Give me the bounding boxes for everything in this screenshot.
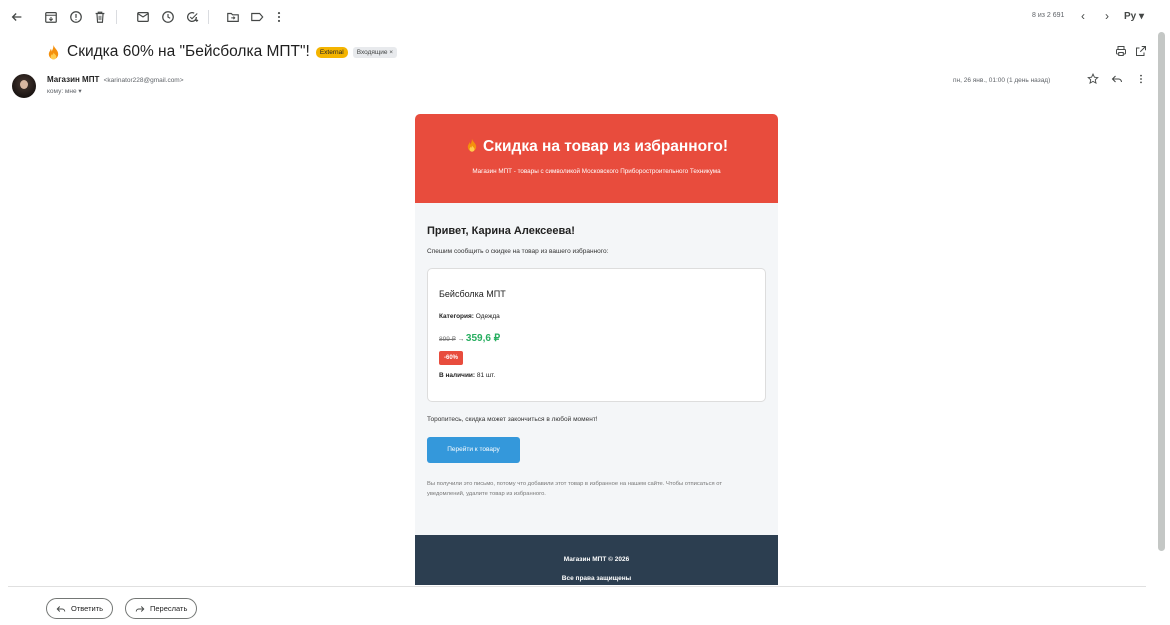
product-stock: В наличии: 81 шт. bbox=[439, 372, 754, 379]
email-body: Привет, Карина Алексеева! Спешим сообщит… bbox=[415, 203, 778, 499]
product-price: 899 ₽ → 359,6 ₽ bbox=[439, 333, 754, 344]
toolbar-separator bbox=[208, 10, 209, 24]
email-header-subtitle: Магазин МПТ - товары с символикой Москов… bbox=[472, 168, 721, 175]
stock-label: В наличии: bbox=[439, 372, 476, 379]
email-header-title: Скидка на товар из избранного! bbox=[415, 138, 778, 156]
star-icon[interactable] bbox=[1087, 73, 1099, 88]
input-tools-icon[interactable]: Pу ▾ bbox=[1124, 11, 1144, 22]
footer-rights: Все права защищены bbox=[561, 575, 632, 582]
hurry-text: Торопитесь, скидка может закончиться в л… bbox=[427, 416, 598, 423]
open-in-new-window-icon[interactable] bbox=[1135, 44, 1147, 62]
avatar[interactable] bbox=[12, 74, 36, 98]
reply-button[interactable]: Ответить bbox=[46, 598, 114, 619]
snooze-icon[interactable] bbox=[159, 8, 177, 26]
email-content-card: Скидка на товар из избранного! Магазин М… bbox=[415, 114, 778, 585]
reply-icon[interactable] bbox=[1111, 73, 1123, 88]
email-subject: Скидка 60% на "Бейсболка МПТ"! bbox=[67, 43, 310, 60]
move-to-icon[interactable] bbox=[224, 8, 242, 26]
reply-icon bbox=[56, 605, 66, 612]
more-vert-icon[interactable] bbox=[270, 8, 288, 26]
fire-icon bbox=[48, 44, 59, 60]
recipient-details-toggle[interactable]: кому: мне ▾ bbox=[47, 87, 82, 95]
discount-badge: -60% bbox=[439, 351, 464, 365]
forward-button[interactable]: Переслать bbox=[125, 598, 198, 619]
header-title-text: Скидка на товар из избранного! bbox=[483, 138, 728, 155]
chevron-right-icon[interactable]: › bbox=[1105, 9, 1109, 23]
price-arrow: → bbox=[457, 336, 465, 343]
report-spam-icon[interactable] bbox=[67, 8, 85, 26]
sender-name[interactable]: Магазин МПТ bbox=[47, 75, 99, 84]
label-icon[interactable] bbox=[248, 8, 266, 26]
pager-text: 8 из 2 691 bbox=[1032, 12, 1065, 19]
stock-value: 81 шт. bbox=[476, 372, 496, 379]
archive-icon[interactable] bbox=[42, 8, 60, 26]
old-price: 899 ₽ bbox=[439, 336, 456, 343]
category-label: Категория: bbox=[439, 313, 474, 320]
subject-row: Скидка 60% на "Бейсболка МПТ"! External … bbox=[46, 40, 398, 64]
category-value: Одежда bbox=[475, 313, 500, 320]
external-tag: External bbox=[315, 46, 348, 58]
add-task-icon[interactable] bbox=[183, 8, 201, 26]
print-icon[interactable] bbox=[1115, 44, 1127, 62]
mark-unread-icon[interactable] bbox=[134, 8, 152, 26]
arrow-left-icon[interactable] bbox=[8, 8, 26, 26]
toolbar: 8 из 2 691 ‹ › Pу ▾ bbox=[0, 0, 1160, 34]
sender-address: <karinator228@gmail.com> bbox=[103, 77, 184, 84]
product-card: Бейсболка МПТ Категория: Одежда 899 ₽ → … bbox=[427, 268, 766, 402]
divider bbox=[8, 586, 1146, 587]
toolbar-separator bbox=[116, 10, 117, 24]
email-date: пн, 26 янв., 01:00 (1 день назад) bbox=[953, 77, 1051, 84]
reply-label: Ответить bbox=[71, 604, 104, 613]
chevron-left-icon[interactable]: ‹ bbox=[1081, 9, 1085, 23]
forward-label: Переслать bbox=[150, 604, 188, 613]
fire-icon bbox=[467, 138, 477, 152]
greeting: Привет, Карина Алексеева! bbox=[427, 225, 575, 237]
more-options-icon[interactable] bbox=[1135, 73, 1147, 88]
intro-text: Спешим сообщить о скидке на товар из ваш… bbox=[427, 248, 609, 255]
forward-icon bbox=[135, 605, 145, 612]
sender-line: Магазин МПТ <karinator228@gmail.com> bbox=[47, 75, 184, 84]
go-to-product-button[interactable]: Перейти к товару bbox=[427, 437, 520, 463]
inbox-label-chip[interactable]: Входящие × bbox=[352, 46, 398, 58]
footer-copyright: Магазин МПТ © 2026 bbox=[563, 556, 630, 563]
email-header-banner: Скидка на товар из избранного! Магазин М… bbox=[415, 114, 778, 203]
scrollbar[interactable] bbox=[1158, 32, 1165, 551]
new-price: 359,6 ₽ bbox=[465, 333, 501, 344]
unsubscribe-note: Вы получили это письмо, потому что добав… bbox=[427, 481, 722, 497]
email-footer: Магазин МПТ © 2026 Все права защищены bbox=[415, 535, 778, 585]
delete-icon[interactable] bbox=[91, 8, 109, 26]
product-category: Категория: Одежда bbox=[439, 313, 754, 320]
product-name: Бейсболка МПТ bbox=[439, 289, 506, 299]
